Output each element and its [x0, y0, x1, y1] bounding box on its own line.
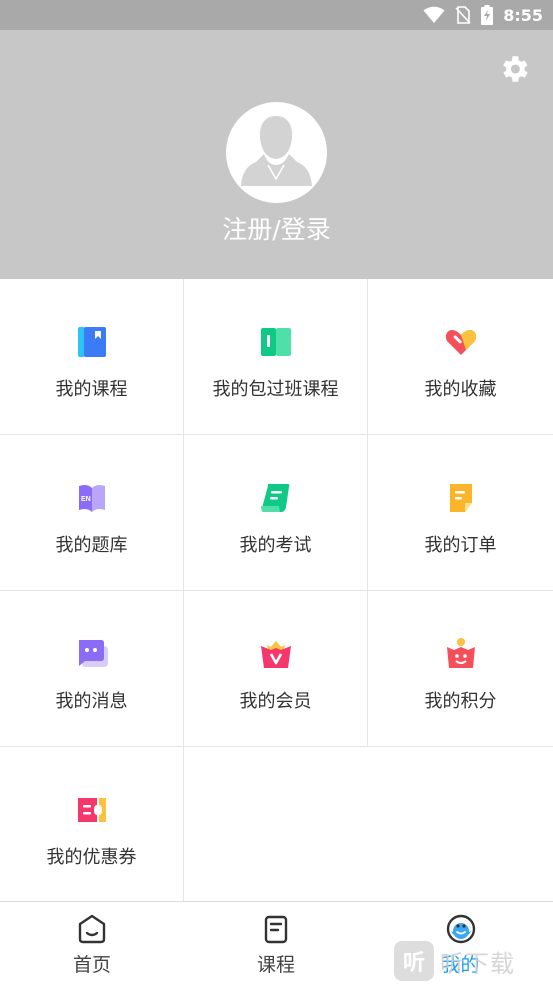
- course-icon: [264, 915, 288, 944]
- battery-charging-icon: [481, 5, 494, 25]
- status-bar: 8:55: [0, 0, 553, 30]
- order-note-icon: [449, 484, 472, 512]
- svg-text:EN: EN: [81, 496, 91, 503]
- settings-gear-icon[interactable]: [497, 52, 531, 86]
- tab-home[interactable]: 首页: [0, 902, 184, 984]
- menu-item-label: 我的积分: [424, 691, 497, 712]
- menu-item-my-coupons[interactable]: 我的优惠券: [0, 747, 184, 901]
- question-bank-icon: EN: [78, 484, 105, 512]
- tab-courses[interactable]: 课程: [184, 902, 368, 984]
- tab-label: 首页: [72, 954, 111, 976]
- open-book-icon: [260, 328, 291, 356]
- message-bubble-icon: [78, 640, 108, 667]
- no-sim-icon: [455, 6, 471, 24]
- profile-header: 注册/登录: [0, 30, 553, 279]
- coupon-icon: [77, 798, 106, 822]
- home-icon: [78, 914, 106, 944]
- menu-item-my-favorites[interactable]: 我的收藏: [368, 279, 553, 435]
- tab-label: 课程: [256, 954, 295, 976]
- menu-item-my-orders[interactable]: 我的订单: [368, 435, 553, 591]
- menu-item-my-pass-courses[interactable]: 我的包过班课程: [184, 279, 368, 435]
- heart-tag-icon: [445, 330, 476, 355]
- watermark-logo: 听: [394, 941, 434, 981]
- menu-item-label: 我的考试: [239, 535, 312, 556]
- points-bag-icon: [446, 638, 475, 668]
- menu-item-label: 我的课程: [55, 379, 128, 400]
- menu-item-my-membership[interactable]: 我的会员: [184, 591, 368, 747]
- register-login-link[interactable]: 注册/登录: [0, 210, 553, 246]
- avatar[interactable]: [226, 102, 327, 203]
- menu-item-my-courses[interactable]: 我的课程: [0, 279, 184, 435]
- vip-crown-icon: [260, 641, 291, 668]
- wifi-icon: [423, 6, 445, 23]
- book-icon: [77, 327, 106, 357]
- exam-scroll-icon: [260, 484, 289, 512]
- watermark-text: 听下载: [440, 949, 515, 978]
- menu-item-my-question-bank[interactable]: EN 我的题库: [0, 435, 184, 591]
- default-user-icon: [241, 116, 312, 186]
- watermark: 听 听下载: [394, 940, 553, 982]
- menu-item-my-exams[interactable]: 我的考试: [184, 435, 368, 591]
- menu-item-label: 我的会员: [239, 691, 312, 712]
- menu-item-label: 我的包过班课程: [212, 379, 339, 400]
- menu-item-label: 我的题库: [55, 535, 128, 556]
- menu-item-my-messages[interactable]: 我的消息: [0, 591, 184, 747]
- menu-item-my-points[interactable]: 我的积分: [368, 591, 553, 747]
- status-time: 8:55: [503, 5, 543, 25]
- menu-item-label: 我的消息: [55, 691, 128, 712]
- menu-item-label: 我的订单: [424, 535, 497, 556]
- menu-item-label: 我的优惠券: [46, 847, 137, 868]
- menu-item-label: 我的收藏: [424, 379, 497, 400]
